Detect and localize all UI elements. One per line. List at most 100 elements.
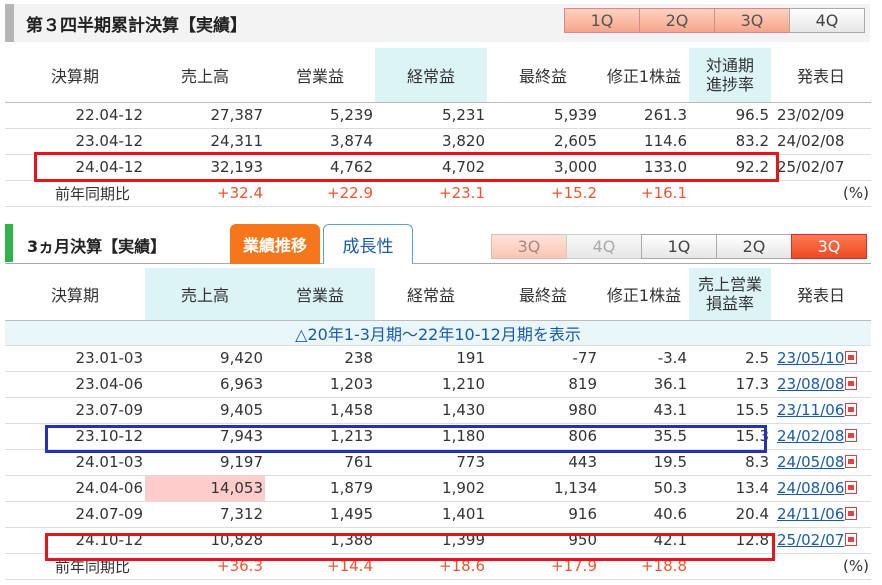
col-ord[interactable]: 経常益: [375, 48, 487, 103]
cell-eps: 261.3: [599, 102, 689, 129]
cell-sales: 9,197: [145, 449, 265, 476]
yoy-row: 前年同期比 +36.3 +14.4 +18.6 +17.9 +18.8 (%): [5, 553, 871, 580]
quarterly-header-row: 決算期 売上高 営業益 経常益 最終益 修正1株益 売上営業 損益率 発表日: [5, 268, 871, 321]
pdf-icon[interactable]: [845, 377, 858, 390]
cell-net: 443: [487, 449, 599, 476]
cell-sales: 27,387: [145, 102, 265, 129]
col-sales[interactable]: 売上高: [145, 48, 265, 103]
cell-sales: 24,311: [145, 128, 265, 155]
cell-op: 1,879: [265, 475, 375, 502]
col-ratio[interactable]: 対通期 進捗率: [689, 48, 771, 103]
pdf-icon[interactable]: [845, 507, 858, 520]
cell-ord: 4,702: [375, 154, 487, 181]
cell-sales: 9,420: [145, 345, 265, 372]
col-margin[interactable]: 売上営業 損益率: [689, 268, 771, 321]
cell-op: 1,203: [265, 371, 375, 398]
pdf-icon[interactable]: [845, 403, 858, 416]
table-row: 22.04-12 27,387 5,239 5,231 5,939 261.3 …: [5, 102, 871, 129]
cell-net: 5,939: [487, 102, 599, 129]
pdf-icon[interactable]: [845, 533, 858, 546]
cell-eps: -3.4: [599, 345, 689, 372]
pdf-icon[interactable]: [845, 481, 858, 494]
date-link[interactable]: 25/02/07: [777, 531, 844, 549]
pdf-icon[interactable]: [845, 429, 858, 442]
cumulative-header-row: 決算期 売上高 営業益 経常益 最終益 修正1株益 対通期 進捗率 発表日: [5, 48, 871, 103]
cell-net: 950: [487, 527, 599, 554]
tab-2q[interactable]: 2Q: [639, 8, 715, 33]
cell-eps: 36.1: [599, 371, 689, 398]
pdf-icon[interactable]: [845, 351, 858, 364]
tab-3q-current[interactable]: 3Q: [791, 234, 867, 259]
date-link[interactable]: 24/11/06: [777, 505, 844, 523]
yoy-eps: +18.8: [599, 553, 689, 580]
table-row: 24.07-09 7,312 1,495 1,401 916 40.6 20.4 24/11/…: [5, 501, 871, 528]
yoy-net: +15.2: [487, 180, 599, 207]
col-date: 発表日: [771, 268, 871, 321]
cell-ord: 1,180: [375, 423, 487, 450]
date-link[interactable]: 23/05/10: [777, 349, 844, 367]
table-row: 24.01-03 9,197 761 773 443 19.5 8.3 24/05/08: [5, 449, 871, 476]
cell-net: 806: [487, 423, 599, 450]
section-bar: [5, 224, 13, 262]
tab-performance-trend[interactable]: 業績推移: [230, 224, 320, 264]
cell-sales: 9,405: [145, 397, 265, 424]
pdf-icon[interactable]: [845, 455, 858, 468]
col-eps[interactable]: 修正1株益: [599, 48, 689, 103]
col-ord[interactable]: 経常益: [375, 268, 487, 321]
show-older-link[interactable]: △20年1-3月期～22年10-12月期を表示: [5, 320, 871, 346]
tab-4q[interactable]: 4Q: [789, 8, 865, 33]
tab-4q[interactable]: 4Q: [566, 234, 642, 259]
yoy-unit: (%): [771, 180, 871, 207]
tab-growth[interactable]: 成長性: [323, 224, 413, 264]
table-row: 23.04-06 6,963 1,203 1,210 819 36.1 17.3 23/08/…: [5, 371, 871, 398]
cell-eps: 40.6: [599, 501, 689, 528]
tab-2q[interactable]: 2Q: [716, 234, 792, 259]
table-row: 24.04-12 32,193 4,762 4,702 3,000 133.0 …: [5, 154, 871, 181]
cell-sales: 7,943: [145, 423, 265, 450]
col-margin-line1: 売上営業: [697, 274, 762, 294]
cell-ord: 1,401: [375, 501, 487, 528]
cell-sales: 14,053: [145, 475, 265, 502]
yoy-row: 前年同期比 +32.4 +22.9 +23.1 +15.2 +16.1 (%): [5, 180, 871, 207]
cell-date: 25/02/07: [771, 527, 871, 554]
cell-eps: 133.0: [599, 154, 689, 181]
col-op[interactable]: 営業益: [265, 48, 375, 103]
cell-ord: 191: [375, 345, 487, 372]
col-margin-line2: 損益率: [705, 293, 754, 313]
cell-ord: 1,399: [375, 527, 487, 554]
cell-op: 3,874: [265, 128, 375, 155]
col-net[interactable]: 最終益: [487, 268, 599, 321]
tab-3q[interactable]: 3Q: [714, 8, 790, 33]
yoy-eps: +16.1: [599, 180, 689, 207]
date-link[interactable]: 24/02/08: [777, 427, 844, 445]
date-link[interactable]: 24/05/08: [777, 453, 844, 471]
cell-eps: 50.3: [599, 475, 689, 502]
col-net[interactable]: 最終益: [487, 48, 599, 103]
yoy-sales: +36.3: [145, 553, 265, 580]
quarterly-quarter-tabs: 3Q 4Q 1Q 2Q 3Q: [491, 234, 867, 259]
col-eps[interactable]: 修正1株益: [599, 268, 689, 321]
tab-1q[interactable]: 1Q: [641, 234, 717, 259]
table-row: 23.07-09 9,405 1,458 1,430 980 43.1 15.5 23/11/…: [5, 397, 871, 424]
date-link[interactable]: 23/08/08: [777, 375, 844, 393]
col-op[interactable]: 営業益: [265, 268, 375, 321]
table-row: 23.01-03 9,420 238 191 -77 -3.4 2.5 23/05/10: [5, 345, 871, 372]
cell-ratio: 83.2: [689, 128, 771, 155]
cell-net: 980: [487, 397, 599, 424]
cell-sales: 7,312: [145, 501, 265, 528]
cell-net: 916: [487, 501, 599, 528]
date-link[interactable]: 24/08/06: [777, 479, 844, 497]
cell-period: 23.07-09: [5, 397, 145, 424]
cell-sales: 10,828: [145, 527, 265, 554]
cell-op: 1,495: [265, 501, 375, 528]
cell-eps: 35.5: [599, 423, 689, 450]
col-sales[interactable]: 売上高: [145, 268, 265, 321]
cell-sales: 32,193: [145, 154, 265, 181]
cumulative-title: 第３四半期累計決算【実績】: [26, 15, 247, 36]
cell-eps: 42.1: [599, 527, 689, 554]
date-link[interactable]: 23/11/06: [777, 401, 844, 419]
cell-ord: 3,820: [375, 128, 487, 155]
tab-3q-prev[interactable]: 3Q: [491, 234, 567, 259]
cell-margin: 13.4: [689, 475, 771, 502]
tab-1q[interactable]: 1Q: [564, 8, 640, 33]
